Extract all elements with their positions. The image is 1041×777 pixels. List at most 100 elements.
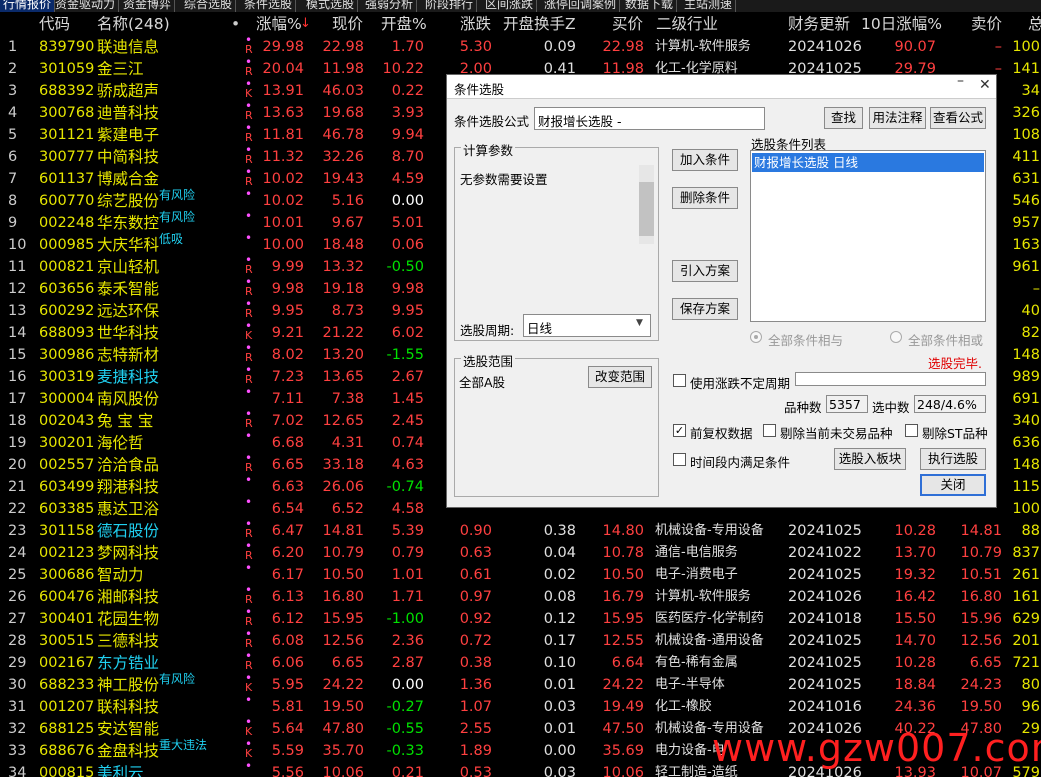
stock-code-cell: 688676 (39, 743, 95, 759)
stock-code-cell: 002557 (39, 457, 95, 473)
industry-cell: 机械设备-专用设备 (655, 523, 764, 538)
period-satisfy-checkbox[interactable] (673, 453, 686, 466)
tab-8[interactable]: 区间涨跌 (482, 0, 538, 12)
change-cell: 0.38 (459, 655, 492, 671)
buy-price-cell: 10.78 (602, 545, 644, 561)
exclude-untraded-checkbox[interactable] (763, 424, 776, 437)
usage-notes-button[interactable]: 用法注释 (869, 107, 926, 129)
table-row[interactable]: 28 300515 三德科技 • R 6.08 12.56 2.36 0.72 0.17 12.55… (0, 627, 1041, 652)
industry-cell: 电子-消费电子 (655, 567, 738, 582)
open-turnover-cell: 0.04 (543, 545, 576, 561)
table-row[interactable]: 1 839790 联迪信息 • R 29.98 22.98 1.70 5.30 0.09 22.98… (0, 36, 1041, 58)
tab-6[interactable]: 强弱分析 (362, 0, 418, 12)
stock-name-cell: 海伦哲 (97, 434, 144, 452)
uncertain-period-checkbox[interactable] (673, 374, 686, 387)
buy-price-cell: 22.98 (602, 39, 644, 55)
stock-name-cell: 三德科技 (97, 632, 160, 650)
table-row[interactable]: 23 301158 德石股份 • R 6.47 14.81 5.39 0.90 0.38 14.80… (0, 517, 1041, 542)
tab-9[interactable]: 涨停回调案例 (541, 0, 621, 12)
close-icon[interactable]: ✕ (979, 77, 991, 93)
header-fin-update[interactable]: 财务更新 (788, 14, 850, 34)
radio-all-and[interactable] (750, 331, 762, 343)
tab-5[interactable]: 模式选股 (303, 0, 359, 12)
header-code[interactable]: 代码 (39, 14, 70, 34)
delete-condition-button[interactable]: 删除条件 (672, 187, 738, 209)
table-row[interactable]: 29 002167 东方锆业 • R 6.06 6.65 2.87 0.38 0.10 6.64 有色… (0, 649, 1041, 674)
params-scrollbar[interactable] (639, 165, 654, 244)
change-pct-cell: 9.21 (271, 325, 304, 341)
add-condition-button[interactable]: 加入条件 (672, 149, 738, 171)
table-row[interactable]: 24 002123 梦网科技 • R 6.20 10.79 0.79 0.63 0.04 10.78… (0, 539, 1041, 564)
adjust-data-checkbox[interactable]: ✓ (673, 424, 686, 437)
radio-all-or[interactable] (890, 331, 902, 343)
row-number-cell: 30 (8, 677, 27, 693)
table-row[interactable]: 25 300686 智动力 • 6.17 10.50 1.01 0.61 0.02 10.50 电子… (0, 561, 1041, 586)
header-turnover[interactable]: 开盘换手Z (503, 14, 576, 34)
minimize-icon[interactable]: – (957, 73, 964, 89)
total-cell: 629 (1012, 611, 1040, 627)
fin-update-cell: 20241025 (788, 633, 862, 649)
header-10d-pct[interactable]: 10日涨幅% (861, 14, 942, 34)
ten-day-pct-cell: 90.07 (894, 39, 936, 55)
stock-name-cell: 翔港科技 (97, 478, 160, 496)
view-formula-button[interactable]: 查看公式 (930, 107, 986, 129)
exclude-st-checkbox[interactable] (905, 424, 918, 437)
price-cell: 16.80 (322, 589, 364, 605)
open-turnover-cell: 0.01 (543, 721, 576, 737)
change-pct-cell: 6.63 (271, 479, 304, 495)
stock-name-cell: 志特新材 (97, 346, 160, 364)
table-row[interactable]: 26 600476 湘邮科技 • R 6.13 16.80 1.71 0.97 0.08 16.79… (0, 583, 1041, 608)
period-select[interactable]: 日线 ▼ (523, 314, 651, 337)
header-name[interactable]: 名称(248) (97, 14, 170, 34)
open-turnover-cell: 0.00 (543, 743, 576, 759)
import-plan-button[interactable]: 引入方案 (672, 260, 738, 282)
row-number-cell: 4 (8, 105, 18, 121)
table-row[interactable]: 31 001207 联科科技 • 5.81 19.50 -0.27 1.07 0.03 19.49… (0, 693, 1041, 718)
price-cell: 7.38 (331, 391, 364, 407)
tab-11[interactable]: 主站测速 (681, 0, 737, 12)
close-button[interactable]: 关闭 (920, 474, 986, 496)
total-cell: 82 (1021, 325, 1040, 341)
total-cell: 108 (1012, 127, 1040, 143)
fin-update-cell: 20241018 (788, 611, 862, 627)
table-row[interactable]: 27 300401 花园生物 • R 6.12 15.95 -1.00 0.92 0.12 15.9… (0, 605, 1041, 630)
tab-7[interactable]: 阶段排行 (422, 0, 478, 12)
add-to-block-button[interactable]: 选股入板块 (834, 448, 906, 470)
price-cell: 13.20 (322, 347, 364, 363)
table-row[interactable]: 30 688233 神工股份 有风险 • K 5.95 24.22 0.00 1.36 0.01 24… (0, 671, 1041, 696)
header-open[interactable]: 开盘% (381, 14, 427, 34)
tab-4[interactable]: 条件选股 (241, 0, 297, 12)
change-range-button[interactable]: 改变范围 (588, 366, 652, 388)
header-sell[interactable]: 卖价 (971, 14, 1002, 34)
open-pct-cell: 3.93 (391, 105, 424, 121)
scrollbar-thumb[interactable] (639, 182, 654, 236)
change-pct-cell: 13.91 (262, 83, 304, 99)
open-pct-cell: 1.01 (391, 567, 424, 583)
header-total[interactable]: 总 (1028, 14, 1041, 34)
header-price[interactable]: 现价 (332, 14, 363, 34)
tab-2[interactable]: 资金博弈 (120, 0, 176, 12)
tab-0[interactable]: 行情报价 (0, 0, 56, 12)
header-pct[interactable]: 涨幅% (256, 14, 302, 34)
formula-select[interactable]: 财报增长选股 - (534, 107, 765, 130)
find-button[interactable]: 查找 (824, 107, 863, 129)
execute-select-button[interactable]: 执行选股 (920, 448, 986, 470)
tab-3[interactable]: 综合选股 (181, 0, 237, 12)
exclude-st-label: 剔除ST品种 (922, 426, 988, 441)
uncertain-period-input[interactable] (795, 372, 986, 386)
period-satisfy-label: 时间段内满足条件 (690, 455, 791, 470)
header-buy[interactable]: 买价 (612, 14, 643, 34)
stock-code-cell: 301059 (39, 61, 95, 77)
header-dot: • (231, 15, 241, 33)
open-pct-cell: 0.22 (391, 83, 424, 99)
tab-1[interactable]: 资金驱动力 (52, 0, 120, 12)
header-chg[interactable]: 涨跌 (460, 14, 491, 34)
stock-name-cell: 世华科技 (97, 324, 160, 342)
marker-dot-icon: • (245, 187, 253, 201)
header-industry[interactable]: 二级行业 (656, 14, 718, 34)
open-pct-cell: 4.59 (391, 171, 424, 187)
save-plan-button[interactable]: 保存方案 (672, 298, 738, 320)
buy-price-cell: 10.50 (602, 567, 644, 583)
condition-list-item[interactable]: 财报增长选股 日线 (752, 153, 984, 172)
tab-10[interactable]: 数据下载 (622, 0, 678, 12)
